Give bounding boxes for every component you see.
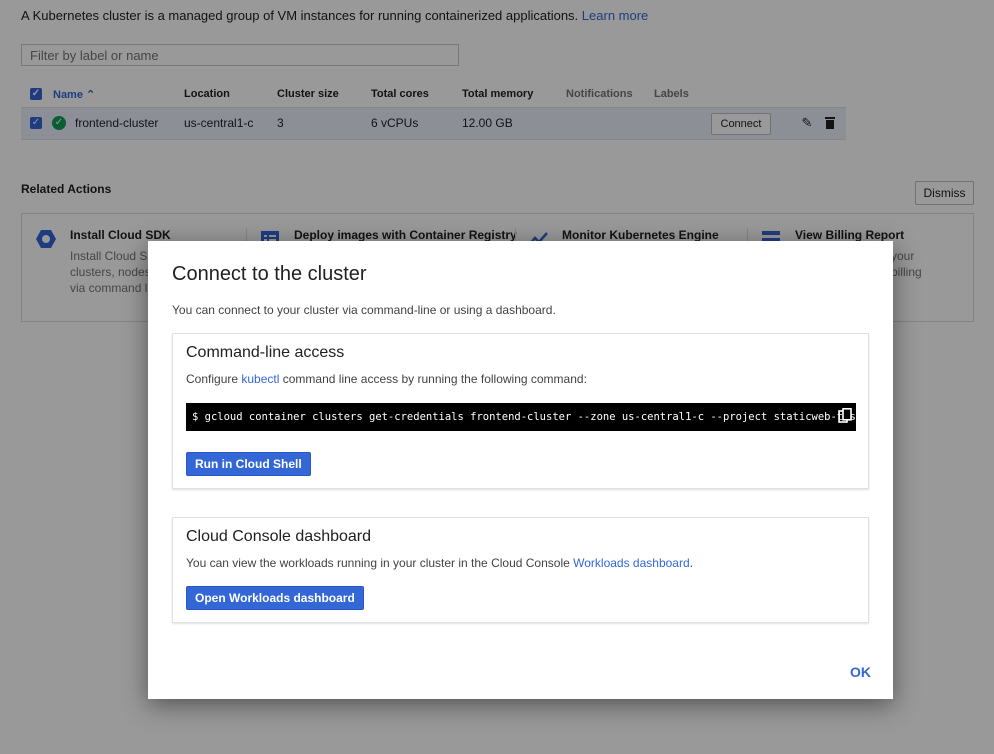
run-in-cloud-shell-button[interactable]: Run in Cloud Shell	[186, 452, 311, 476]
command-box[interactable]: $ gcloud container clusters get-credenti…	[186, 403, 862, 431]
dialog-subtitle: You can connect to your cluster via comm…	[172, 303, 556, 317]
dashboard-text-after: .	[689, 556, 693, 570]
ok-button[interactable]: OK	[850, 664, 871, 680]
dialog-title: Connect to the cluster	[172, 263, 367, 285]
kubectl-link[interactable]: kubectl	[241, 372, 279, 386]
dashboard-text-before: You can view the workloads running in yo…	[186, 556, 570, 570]
cli-instructions: Configure kubectl command line access by…	[186, 372, 587, 386]
open-workloads-dashboard-button[interactable]: Open Workloads dashboard	[186, 586, 364, 610]
cli-text-after: command line access by running the follo…	[282, 372, 587, 386]
connect-dialog: Connect to the cluster You can connect t…	[148, 241, 893, 699]
cli-access-section: Command-line access Configure kubectl co…	[172, 333, 869, 489]
dashboard-instructions: You can view the workloads running in yo…	[186, 556, 693, 570]
console-dashboard-section: Cloud Console dashboard You can view the…	[172, 517, 869, 623]
cli-section-title: Command-line access	[186, 344, 345, 361]
gcloud-command[interactable]: $ gcloud container clusters get-credenti…	[192, 411, 862, 423]
copy-icon[interactable]	[838, 407, 852, 423]
workloads-dashboard-link[interactable]: Workloads dashboard	[573, 556, 690, 570]
dashboard-section-title: Cloud Console dashboard	[186, 528, 372, 545]
cli-text-before: Configure	[186, 372, 239, 386]
